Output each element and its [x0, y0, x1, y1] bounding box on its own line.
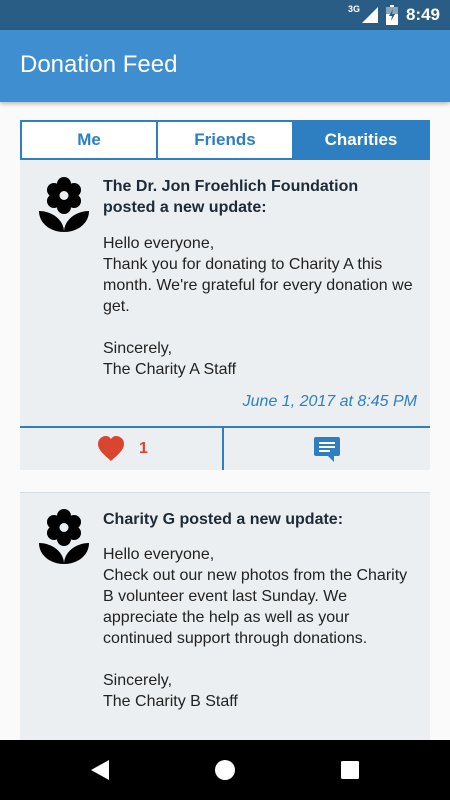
post-body: Hello everyone, Check out our new photos… — [103, 544, 421, 712]
home-icon[interactable] — [214, 759, 236, 781]
comment-button[interactable] — [224, 428, 430, 470]
flower-icon — [39, 177, 89, 232]
post-signature: The Charity B Staff — [103, 693, 238, 710]
status-icons: 3G 8:49 — [348, 0, 440, 30]
tab-charities[interactable]: Charities — [294, 122, 428, 158]
post-date: June 1, 2017 at 8:45 PM — [242, 393, 417, 410]
tab-me[interactable]: Me — [22, 122, 158, 158]
like-button[interactable]: 1 — [20, 428, 224, 470]
flower-icon — [39, 509, 89, 564]
post-signature: The Charity A Staff — [103, 361, 237, 378]
app-bar: Donation Feed — [0, 30, 450, 102]
post-actions: 1 — [20, 426, 430, 470]
app-title: Donation Feed — [20, 51, 178, 78]
post-title: Charity G posted a new update: — [103, 511, 344, 528]
navigation-bar — [0, 740, 450, 800]
feed-post: Charity G posted a new update: Hello eve… — [20, 492, 430, 742]
like-count: 1 — [139, 440, 148, 457]
feed-post: The Dr. Jon Froehlich Foundation posted … — [20, 160, 430, 470]
network-type: 3G — [347, 4, 360, 14]
heart-icon — [98, 436, 124, 461]
feed-tabs: Me Friends Charities — [20, 120, 430, 160]
recents-icon[interactable] — [340, 759, 360, 781]
post-message: Check out our new photos from the Charit… — [103, 567, 408, 647]
post-message: Thank you for donating to Charity A this… — [103, 256, 413, 315]
post-greeting: Hello everyone, — [103, 235, 215, 252]
battery-icon — [385, 5, 398, 25]
status-time: 8:49 — [405, 5, 440, 24]
post-closing: Sincerely, — [103, 340, 173, 357]
post-body: Hello everyone, Thank you for donating t… — [103, 233, 421, 380]
tab-friends[interactable]: Friends — [158, 122, 294, 158]
status-bar: 3G 8:49 — [0, 0, 450, 30]
signal-icon — [361, 7, 378, 23]
post-title: The Dr. Jon Froehlich Foundation posted … — [103, 178, 359, 216]
comment-icon — [314, 437, 340, 462]
post-closing: Sincerely, — [103, 672, 173, 689]
post-greeting: Hello everyone, — [103, 546, 215, 563]
back-icon[interactable] — [89, 759, 111, 781]
